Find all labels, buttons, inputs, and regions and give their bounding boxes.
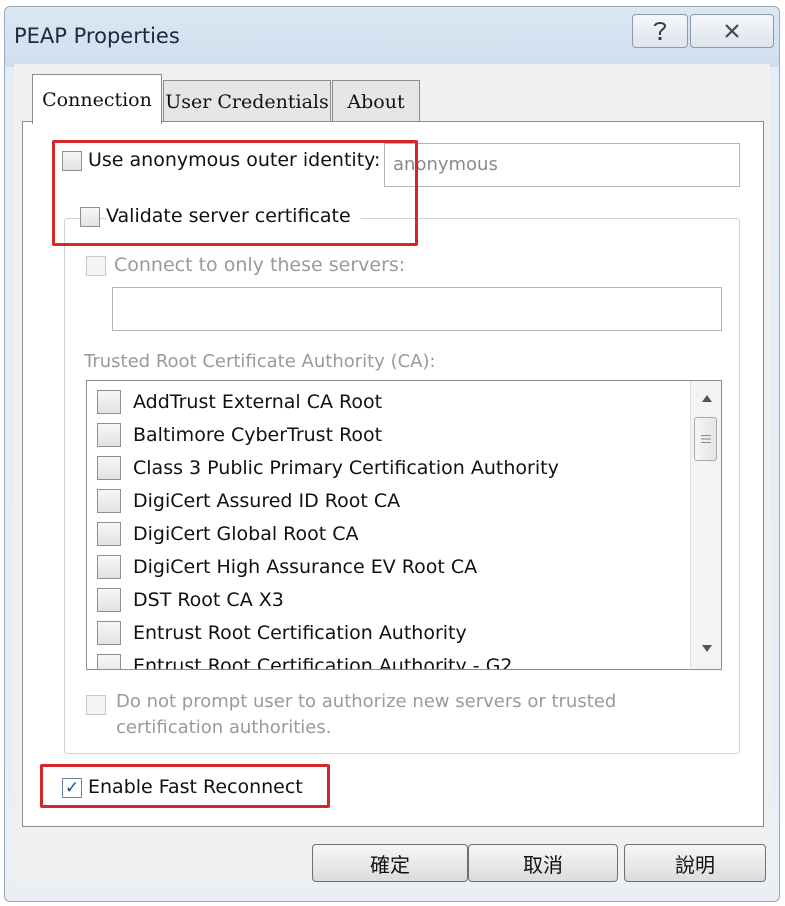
ca-item-label: Class 3 Public Primary Certification Aut… (133, 456, 559, 479)
tab-about[interactable]: About (332, 80, 420, 122)
list-item[interactable]: Entrust Root Certification Authority - G… (97, 649, 513, 670)
list-item[interactable]: Entrust Root Certification Authority (97, 616, 467, 649)
close-icon (725, 24, 739, 38)
tab-connection[interactable]: Connection (32, 74, 162, 124)
ca-item-label: Entrust Root Certification Authority (133, 621, 467, 644)
ok-button[interactable]: 確定 (312, 844, 468, 882)
ca-item-checkbox[interactable] (97, 653, 121, 669)
list-item[interactable]: DigiCert High Assurance EV Root CA (97, 550, 477, 583)
ca-list-scrollbar[interactable] (690, 381, 721, 669)
list-item[interactable]: AddTrust External CA Root (97, 385, 382, 418)
ca-item-label: DigiCert High Assurance EV Root CA (133, 555, 478, 578)
trusted-ca-list[interactable]: AddTrust External CA Root Baltimore Cybe… (86, 380, 722, 670)
ca-item-label: Entrust Root Certification Authority - G… (133, 654, 513, 670)
ca-item-checkbox[interactable] (97, 389, 121, 414)
trusted-ca-label: Trusted Root Certificate Authority (CA): (84, 351, 436, 372)
tab-user-credentials[interactable]: User Credentials (163, 80, 331, 122)
grip-icon (701, 435, 711, 443)
list-item[interactable]: DigiCert Global Root CA (97, 517, 359, 550)
ca-item-checkbox[interactable] (97, 521, 121, 546)
ca-item-checkbox[interactable] (97, 488, 121, 513)
ca-item-label: AddTrust External CA Root (133, 390, 383, 413)
ca-item-label: DigiCert Assured ID Root CA (133, 489, 401, 512)
scroll-down-arrow-icon[interactable] (702, 645, 712, 652)
ca-item-checkbox[interactable] (97, 455, 121, 480)
connect-servers-input[interactable] (112, 287, 722, 331)
list-item[interactable]: Class 3 Public Primary Certification Aut… (97, 451, 559, 484)
no-prompt-label-line1: Do not prompt user to authorize new serv… (116, 691, 617, 712)
cancel-button[interactable]: 取消 (468, 844, 618, 882)
ca-item-label: DigiCert Global Root CA (133, 522, 359, 545)
help-title-button[interactable] (632, 14, 688, 48)
ca-item-checkbox[interactable] (97, 620, 121, 645)
list-item[interactable]: DST Root CA X3 (97, 583, 284, 616)
question-icon (654, 22, 667, 40)
ca-item-checkbox[interactable] (97, 554, 121, 579)
scroll-up-arrow-icon[interactable] (702, 395, 712, 402)
help-button[interactable]: 說明 (624, 844, 766, 882)
highlight-box-fast-reconnect (40, 764, 330, 808)
list-item[interactable]: DigiCert Assured ID Root CA (97, 484, 400, 517)
window-title: PEAP Properties (14, 24, 180, 48)
anonymous-identity-input[interactable]: anonymous (384, 143, 740, 187)
no-prompt-label-line2: certification authorities. (116, 717, 332, 738)
ca-item-label: Baltimore CyberTrust Root (133, 423, 383, 446)
highlight-box-identity (52, 140, 418, 246)
connect-servers-label: Connect to only these servers: (114, 254, 406, 276)
ca-item-checkbox[interactable] (97, 422, 121, 447)
close-title-button[interactable] (690, 14, 774, 48)
no-prompt-checkbox[interactable] (86, 695, 106, 715)
scroll-thumb[interactable] (694, 417, 717, 461)
connect-servers-checkbox[interactable] (86, 256, 106, 276)
list-item[interactable]: Baltimore CyberTrust Root (97, 418, 382, 451)
ca-item-checkbox[interactable] (97, 587, 121, 612)
ca-item-label: DST Root CA X3 (133, 588, 284, 611)
